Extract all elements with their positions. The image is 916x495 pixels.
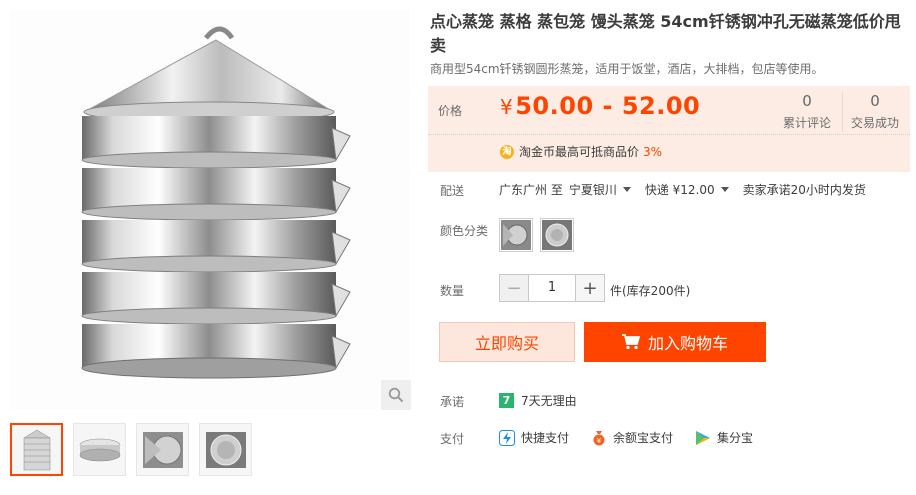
quick-pay-icon: [499, 429, 515, 446]
deals-stat: 0 交易成功: [842, 92, 908, 131]
quantity-input[interactable]: 1: [528, 275, 576, 301]
deals-count: 0: [870, 92, 880, 110]
taojinbi-text: 淘金币最高可抵商品价: [519, 145, 640, 159]
price-panel: 价格 ¥50.00 - 52.00 0 累计评论 0 交易成功 淘 淘金币最高可…: [428, 86, 910, 172]
quantity-plus-button[interactable]: +: [576, 275, 604, 301]
reviews-label: 累计评论: [782, 116, 831, 130]
add-to-cart-label: 加入购物车: [647, 334, 728, 353]
taojinbi-row: 淘 淘金币最高可抵商品价 3%: [500, 143, 662, 160]
promise-label: 承诺: [440, 395, 465, 409]
buy-now-button[interactable]: 立即购买: [439, 322, 575, 362]
jifenbao-icon: [696, 430, 711, 445]
shipping-label: 配送: [440, 184, 465, 198]
taojinbi-coin-icon: 淘: [500, 144, 514, 159]
payment-method-label: 快捷支付: [521, 431, 570, 445]
yuebao-icon: ¥: [593, 430, 605, 445]
price-range: 50.00 - 52.00: [515, 92, 701, 120]
ship-from: 广东广州 至: [499, 183, 563, 197]
quantity-label: 数量: [440, 284, 465, 298]
reviews-count: 0: [802, 92, 812, 110]
cart-icon: [621, 334, 640, 350]
payment-row: 快捷支付 ¥ 余额宝支付 集分宝: [499, 429, 775, 446]
price-divider: [428, 134, 910, 135]
price-value: ¥50.00 - 52.00: [500, 92, 700, 120]
add-to-cart-button[interactable]: 加入购物车: [584, 322, 766, 362]
ship-to-select[interactable]: 宁夏银川: [569, 181, 617, 198]
magnifier-icon: [388, 387, 404, 403]
quantity-stepper: − 1 +: [499, 274, 605, 302]
quantity-minus-button[interactable]: −: [500, 275, 528, 301]
seven-day-return-icon: 7: [499, 393, 514, 408]
thumbnail-3[interactable]: [136, 423, 189, 476]
color-option-1[interactable]: [499, 218, 533, 252]
payment-label: 支付: [440, 432, 465, 446]
deals-label: 交易成功: [850, 116, 899, 130]
payment-yuebao[interactable]: ¥ 余额宝支付: [591, 429, 673, 446]
currency-symbol: ¥: [500, 95, 514, 119]
reviews-stat[interactable]: 0 累计评论: [774, 92, 840, 131]
thumbnail-2[interactable]: [73, 423, 126, 476]
promise-row[interactable]: 7 7天无理由: [499, 392, 577, 409]
taojinbi-percent: 3%: [643, 144, 663, 159]
shipping-row: 广东广州 至 宁夏银川 快递 ¥12.00 卖家承诺20小时内发货: [499, 181, 866, 198]
product-title: 点心蒸笼 蒸格 蒸包笼 馒头蒸笼 54cm钎锈钢冲孔无磁蒸笼低价甩卖: [430, 12, 901, 55]
payment-jifenbao[interactable]: 集分宝: [695, 429, 753, 446]
chevron-down-icon[interactable]: [720, 187, 729, 192]
thumbnail-1[interactable]: [10, 423, 63, 476]
payment-method-label: 集分宝: [717, 431, 754, 445]
ship-method-select[interactable]: 快递 ¥12.00: [645, 181, 715, 198]
thumbnail-strip: [10, 423, 252, 476]
svg-text:¥: ¥: [597, 437, 602, 445]
stock-text: 件(库存200件): [610, 284, 691, 298]
product-subtitle: 商用型54cm钎锈钢圆形蒸笼，适用于饭堂，酒店，大排档，包店等使用。: [430, 62, 824, 76]
chevron-down-icon[interactable]: [622, 187, 631, 192]
payment-quick-pay[interactable]: 快捷支付: [499, 429, 569, 446]
ship-promise: 卖家承诺20小时内发货: [742, 183, 866, 197]
price-label: 价格: [438, 104, 463, 118]
thumbnail-4[interactable]: [199, 423, 252, 476]
zoom-button[interactable]: [381, 380, 411, 410]
seven-day-return-text: 7天无理由: [521, 394, 577, 408]
color-option-2[interactable]: [540, 218, 574, 252]
color-label: 颜色分类: [440, 224, 489, 238]
color-swatches: [499, 218, 574, 252]
payment-method-label: 余额宝支付: [613, 431, 674, 445]
main-product-image[interactable]: [10, 10, 410, 410]
